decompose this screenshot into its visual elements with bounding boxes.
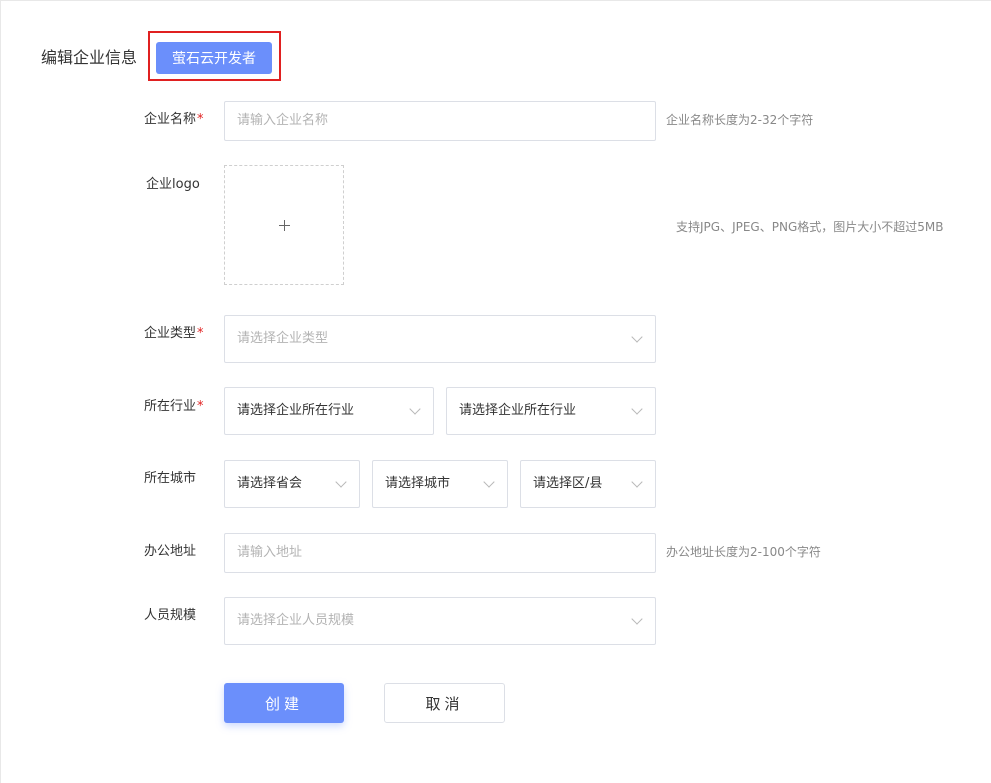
chevron-down-icon [631, 476, 643, 488]
district-select-text: 请选择区/县 [533, 476, 603, 491]
industry-label: 所在行业* [144, 399, 204, 414]
province-select[interactable]: 请选择省会 [224, 460, 360, 508]
industry-select-secondary-text: 请选择企业所在行业 [459, 403, 577, 418]
chevron-down-icon [631, 403, 643, 415]
address-label: 办公地址 [144, 544, 197, 559]
edit-company-page: 编辑企业信息 萤石云开发者 企业名称* 请输入企业名称 企业名称长度为2-32个… [0, 0, 991, 783]
industry-select-primary-text: 请选择企业所在行业 [237, 403, 355, 418]
logo-format-hint: 支持JPG、JPEG、PNG格式，图片大小不超过5MB [676, 220, 944, 234]
create-button[interactable]: 创建 [224, 683, 344, 723]
address-placeholder: 请输入地址 [237, 545, 303, 560]
cancel-button[interactable]: 取消 [384, 683, 505, 723]
page-title: 编辑企业信息 [41, 48, 138, 67]
company-name-input[interactable]: 请输入企业名称 [224, 101, 656, 141]
city-select[interactable]: 请选择城市 [372, 460, 508, 508]
chevron-down-icon [483, 476, 495, 488]
company-name-placeholder: 请输入企业名称 [237, 113, 329, 128]
staff-size-select[interactable]: 请选择企业人员规模 [224, 597, 656, 645]
chevron-down-icon [631, 613, 643, 625]
company-logo-label: 企业logo [146, 177, 200, 192]
chevron-down-icon [631, 331, 643, 343]
company-name-label: 企业名称* [144, 112, 204, 127]
company-type-select[interactable]: 请选择企业类型 [224, 315, 656, 363]
company-type-placeholder: 请选择企业类型 [237, 331, 329, 346]
staff-size-placeholder: 请选择企业人员规模 [237, 613, 355, 628]
city-select-text: 请选择城市 [385, 476, 451, 491]
city-label: 所在城市 [144, 471, 197, 486]
developer-button[interactable]: 萤石云开发者 [156, 42, 272, 74]
company-name-hint: 企业名称长度为2-32个字符 [666, 113, 814, 127]
required-mark: * [197, 112, 204, 127]
logo-upload-area[interactable] [224, 165, 344, 285]
required-mark: * [197, 326, 204, 341]
company-type-label: 企业类型* [144, 326, 204, 341]
industry-select-primary[interactable]: 请选择企业所在行业 [224, 387, 434, 435]
industry-select-secondary[interactable]: 请选择企业所在行业 [446, 387, 656, 435]
province-select-text: 请选择省会 [237, 476, 303, 491]
chevron-down-icon [335, 476, 347, 488]
required-mark: * [197, 399, 204, 414]
address-hint: 办公地址长度为2-100个字符 [666, 545, 821, 559]
staff-size-label: 人员规模 [144, 608, 197, 623]
chevron-down-icon [409, 403, 421, 415]
district-select[interactable]: 请选择区/县 [520, 460, 656, 508]
address-input[interactable]: 请输入地址 [224, 533, 656, 573]
